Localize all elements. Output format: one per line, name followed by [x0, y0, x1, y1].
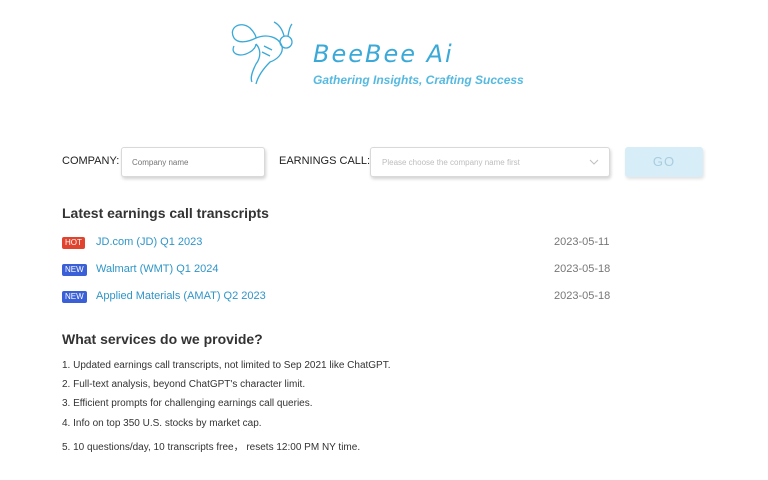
transcript-date: 2023-05-18 — [554, 290, 611, 302]
company-label: COMPANY: — [62, 155, 120, 167]
transcript-link[interactable]: Applied Materials (AMAT) Q2 2023 — [96, 290, 266, 302]
bee-icon — [231, 21, 293, 85]
service-item: 2. Full-text analysis, beyond ChatGPT's … — [62, 379, 306, 390]
brand-tagline: Gathering Insights, Crafting Success — [313, 73, 524, 87]
earnings-call-placeholder: Please choose the company name first — [382, 158, 520, 167]
service-item: 3. Efficient prompts for challenging ear… — [62, 398, 313, 409]
transcript-row[interactable]: HOT JD.com (JD) Q1 2023 2023-05-11 — [62, 236, 622, 252]
hot-badge: HOT — [62, 237, 85, 249]
header: BeeBee Ai Gathering Insights, Crafting S… — [0, 0, 768, 110]
search-form: COMPANY: EARNINGS CALL: Please choose th… — [62, 147, 712, 179]
service-item: 1. Updated earnings call transcripts, no… — [62, 360, 391, 371]
new-badge: NEW — [62, 264, 87, 276]
chevron-down-icon — [589, 159, 599, 165]
new-badge: NEW — [62, 291, 87, 303]
transcript-date: 2023-05-11 — [554, 236, 610, 248]
service-item: 4. Info on top 350 U.S. stocks by market… — [62, 418, 262, 429]
company-input[interactable] — [121, 147, 265, 177]
transcript-link[interactable]: JD.com (JD) Q1 2023 — [96, 236, 202, 248]
transcript-date: 2023-05-18 — [554, 263, 611, 275]
transcript-row[interactable]: NEW Applied Materials (AMAT) Q2 2023 202… — [62, 290, 622, 306]
earnings-call-label: EARNINGS CALL: — [279, 155, 371, 167]
go-button[interactable]: GO — [625, 147, 703, 177]
transcripts-title: Latest earnings call transcripts — [62, 205, 269, 221]
transcript-row[interactable]: NEW Walmart (WMT) Q1 2024 2023-05-18 — [62, 263, 622, 279]
service-item: 5. 10 questions/day, 10 transcripts free… — [62, 442, 361, 453]
earnings-call-select[interactable]: Please choose the company name first — [370, 147, 610, 177]
brand-title: BeeBee Ai — [313, 40, 454, 68]
services-title: What services do we provide? — [62, 331, 263, 347]
transcript-link[interactable]: Walmart (WMT) Q1 2024 — [96, 263, 218, 275]
